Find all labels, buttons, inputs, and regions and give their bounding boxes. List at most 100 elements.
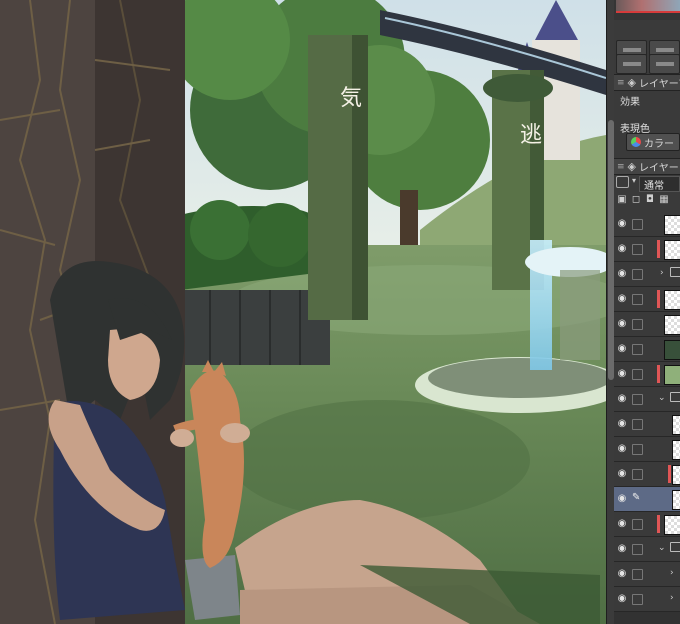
lock-icon[interactable] [632, 594, 643, 605]
layer-row[interactable]: ◉ [614, 212, 680, 237]
eye-icon[interactable]: ◉ [616, 243, 628, 255]
layer-thumbnail [672, 415, 680, 435]
layer-row[interactable]: ◉ ⌄ [614, 387, 680, 412]
chevron-down-icon[interactable]: ⌄ [658, 393, 666, 403]
lock-icon[interactable] [632, 569, 643, 580]
eye-icon[interactable]: ◉ [616, 568, 628, 580]
layer-property-header[interactable]: ≡ ◈ レイヤープロパティ [614, 74, 680, 91]
layer-thumbnail [664, 365, 680, 385]
lock-icon[interactable] [632, 394, 643, 405]
grip-icon: ≡ [617, 77, 625, 88]
mask-icon[interactable]: ▦ [658, 194, 670, 206]
layer-color-marker [657, 365, 660, 383]
lock-icon[interactable] [632, 369, 643, 380]
eye-icon[interactable]: ◉ [616, 593, 628, 605]
eye-icon[interactable]: ◉ [616, 293, 628, 305]
eye-icon[interactable]: ◉ [616, 493, 628, 505]
layer-color-icon[interactable] [616, 176, 629, 188]
property-tool-button[interactable] [616, 54, 647, 74]
lock-icon[interactable] [632, 294, 643, 305]
layer-row[interactable]: ◉ › [614, 262, 680, 287]
layers-icon: ◈ [627, 76, 637, 89]
layer-row-selected[interactable]: ◉ ✎ [614, 487, 680, 512]
grip-icon: ≡ [617, 161, 625, 172]
layer-thumbnail [664, 290, 680, 310]
layer-row[interactable]: ◉ [614, 312, 680, 337]
eye-icon[interactable]: ◉ [616, 343, 628, 355]
expression-color-button[interactable]: カラー [626, 133, 680, 151]
chevron-right-icon[interactable]: › [660, 268, 664, 278]
clip-icon[interactable]: ▣ [616, 194, 628, 206]
lock-icon[interactable] [632, 444, 643, 455]
lock-icon[interactable] [632, 244, 643, 255]
folder-icon [670, 267, 680, 277]
eye-icon[interactable]: ◉ [616, 443, 628, 455]
eye-icon[interactable]: ◉ [616, 518, 628, 530]
navigator-frame-indicator [616, 11, 680, 13]
layer-row[interactable]: ◉ ⌄ [614, 537, 680, 562]
right-panel: ≡ ◈ レイヤープロパティ 効果 表現色 カラー ≡ ◈ レイヤー ▾ 通常 ▣… [614, 0, 680, 624]
layer-list[interactable]: ◉ ◉ ◉ › ◉ ◉ ◉ ◉ ◉ ⌄ ◉ ◉ ◉ ◉ ✎ ◉ ◉ ⌄ ◉ › … [614, 212, 680, 624]
layer-row[interactable]: ◉ [614, 412, 680, 437]
layer-thumbnail [664, 215, 680, 235]
chevron-right-icon[interactable]: › [670, 593, 674, 603]
layer-thumbnail [672, 490, 680, 510]
effect-label: 効果 [620, 97, 640, 108]
folder-icon [670, 392, 680, 402]
lock-icon[interactable] [632, 544, 643, 555]
property-tool-row-2 [616, 54, 680, 74]
layer-row[interactable]: ◉ [614, 287, 680, 312]
property-tool-button[interactable] [649, 54, 680, 74]
layers-icon: ◈ [627, 160, 637, 173]
lock-icon[interactable] [632, 319, 643, 330]
eye-icon[interactable]: ◉ [616, 268, 628, 280]
eye-icon[interactable]: ◉ [616, 318, 628, 330]
layer-tab[interactable]: レイヤー [639, 159, 679, 174]
eye-icon[interactable]: ◉ [616, 418, 628, 430]
navigator-preview[interactable] [614, 0, 680, 20]
blend-mode-row: ▾ 通常 [616, 176, 680, 192]
layer-color-marker [657, 240, 660, 258]
layer-row[interactable]: ◉ [614, 512, 680, 537]
ref-layer-icon[interactable]: ◻ [630, 194, 642, 206]
eye-icon[interactable]: ◉ [616, 393, 628, 405]
layer-row[interactable]: ◉ [614, 337, 680, 362]
blend-mode-select[interactable]: 通常 [639, 176, 680, 192]
layer-row[interactable]: ◉ [614, 362, 680, 387]
layer-property-tab[interactable]: レイヤープロパティ [639, 75, 680, 90]
drawing-canvas[interactable]: 気 逃 [0, 0, 606, 624]
lock-icon[interactable] [632, 269, 643, 280]
chevron-down-icon[interactable]: ▾ [632, 176, 636, 192]
eye-icon[interactable]: ◉ [616, 218, 628, 230]
chevron-right-icon[interactable]: › [670, 568, 674, 578]
layer-color-marker [657, 290, 660, 308]
layer-panel-header[interactable]: ≡ ◈ レイヤー [614, 158, 680, 175]
pen-icon: ✎ [632, 492, 641, 503]
layer-tool-icons: ▣ ◻ ◘ ▦ [616, 194, 680, 208]
lock-icon[interactable] [632, 344, 643, 355]
eye-icon[interactable]: ◉ [616, 543, 628, 555]
layer-thumbnail [672, 440, 680, 460]
layer-row[interactable]: ◉ › [614, 562, 680, 587]
eye-icon[interactable]: ◉ [616, 468, 628, 480]
chevron-down-icon[interactable]: ⌄ [658, 543, 666, 553]
layer-row[interactable]: ◉ [614, 237, 680, 262]
layer-thumbnail [664, 515, 680, 535]
layer-thumbnail [672, 465, 680, 485]
layer-thumbnail [664, 240, 680, 260]
pillar-glyph-left: 気 [340, 86, 363, 111]
layer-color-marker [668, 465, 671, 483]
layer-row[interactable]: ◉ [614, 462, 680, 487]
layer-row[interactable]: ◉ [614, 437, 680, 462]
lock-icon[interactable] [632, 519, 643, 530]
layer-color-marker [657, 515, 660, 533]
lock-icon[interactable] [632, 469, 643, 480]
lock-transparency-icon[interactable]: ◘ [644, 194, 656, 206]
folder-icon [670, 542, 680, 552]
layer-row[interactable]: ◉ › [614, 587, 680, 612]
expression-color-value: カラー [644, 138, 674, 150]
color-wheel-icon [631, 137, 641, 147]
eye-icon[interactable]: ◉ [616, 368, 628, 380]
lock-icon[interactable] [632, 219, 643, 230]
lock-icon[interactable] [632, 419, 643, 430]
